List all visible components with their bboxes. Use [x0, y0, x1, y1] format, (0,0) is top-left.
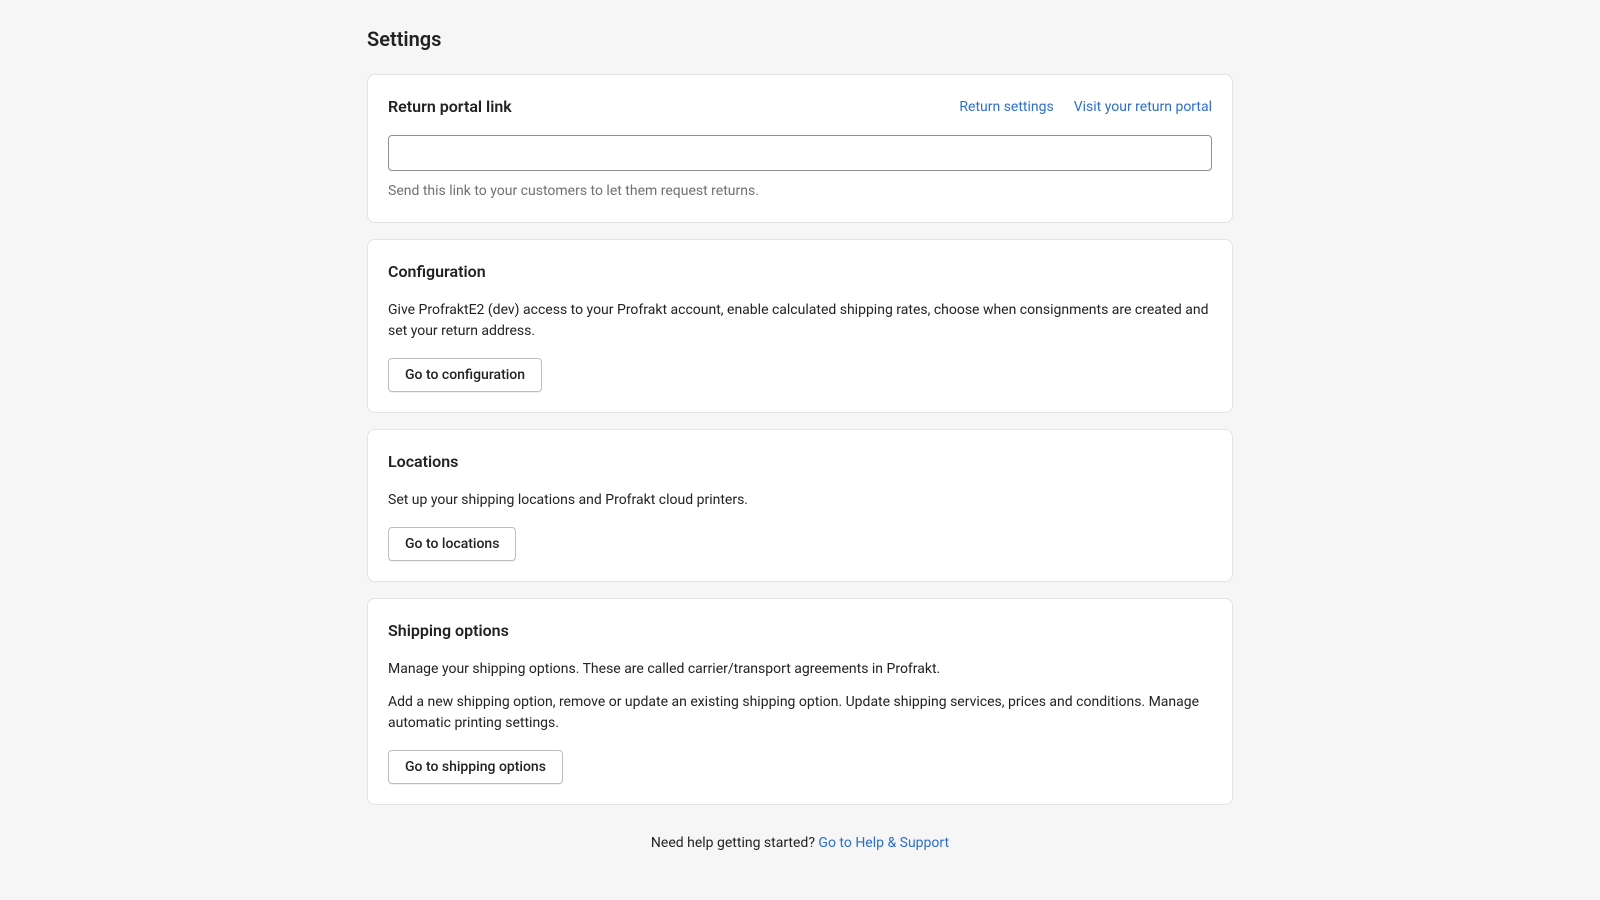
settings-page: Settings Return portal link Return setti…: [367, 0, 1233, 894]
return-portal-header: Return portal link Return settings Visit…: [388, 95, 1212, 119]
footer-help-prefix: Need help getting started?: [651, 835, 819, 851]
locations-description: Set up your shipping locations and Profr…: [388, 490, 1212, 511]
return-portal-title: Return portal link: [388, 95, 512, 119]
configuration-title: Configuration: [388, 260, 1212, 284]
shipping-options-description-1: Manage your shipping options. These are …: [388, 659, 1212, 680]
shipping-options-description-2: Add a new shipping option, remove or upd…: [388, 692, 1212, 734]
footer-help: Need help getting started? Go to Help & …: [367, 833, 1233, 854]
shipping-options-card: Shipping options Manage your shipping op…: [367, 598, 1233, 805]
shipping-options-title: Shipping options: [388, 619, 1212, 643]
page-title: Settings: [367, 24, 1233, 54]
go-to-locations-button[interactable]: Go to locations: [388, 527, 516, 561]
visit-return-portal-link[interactable]: Visit your return portal: [1074, 97, 1212, 118]
return-portal-link-input[interactable]: [388, 135, 1212, 171]
go-to-configuration-button[interactable]: Go to configuration: [388, 358, 542, 392]
locations-title: Locations: [388, 450, 1212, 474]
locations-card: Locations Set up your shipping locations…: [367, 429, 1233, 582]
return-portal-links: Return settings Visit your return portal: [959, 97, 1212, 118]
return-portal-helper-text: Send this link to your customers to let …: [388, 181, 1212, 202]
go-to-shipping-options-button[interactable]: Go to shipping options: [388, 750, 563, 784]
configuration-description: Give ProfraktE2 (dev) access to your Pro…: [388, 300, 1212, 342]
return-settings-link[interactable]: Return settings: [959, 97, 1053, 118]
return-portal-card: Return portal link Return settings Visit…: [367, 74, 1233, 223]
help-support-link[interactable]: Go to Help & Support: [818, 835, 949, 851]
configuration-card: Configuration Give ProfraktE2 (dev) acce…: [367, 239, 1233, 413]
